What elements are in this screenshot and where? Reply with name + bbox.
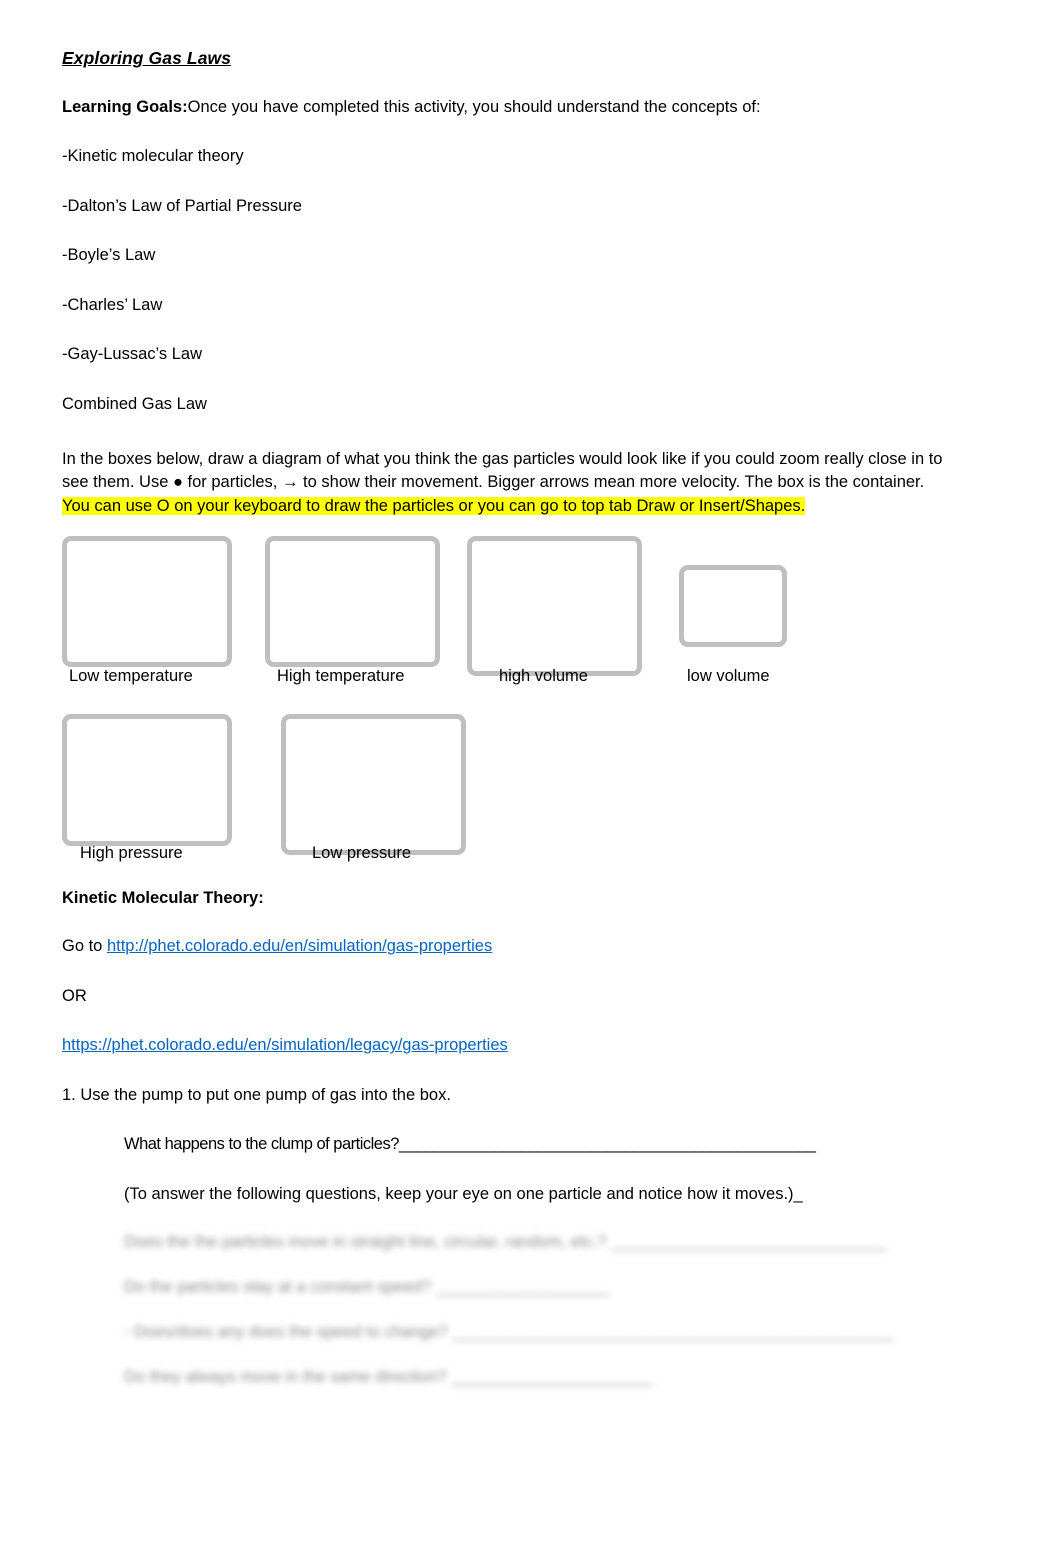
phet-link-2[interactable]: https://phet.colorado.edu/en/simulation/… [62, 1036, 508, 1054]
goal-item: Combined Gas Law [62, 394, 207, 413]
step-1: 1. Use the pump to put one pump of gas i… [62, 1085, 451, 1104]
drawing-box-label: Low temperature [69, 667, 193, 686]
goal-item: -Charles’ Law [62, 295, 163, 314]
instructions-line-1: In the boxes below, draw a diagram of wh… [62, 450, 943, 469]
drawing-box-low-temperature[interactable] [62, 536, 232, 668]
document-page: Exploring Gas Laws Learning Goals:Once y… [0, 0, 1062, 1556]
drawing-box-label: Low pressure [312, 844, 412, 863]
blurred-questions: Does the the particles move in straight … [124, 1233, 1002, 1387]
goal-item: -Dalton’s Law of Partial Pressure [62, 196, 302, 215]
drawing-box-label: High temperature [277, 667, 405, 686]
instructions-block: In the boxes below, draw a diagram of wh… [62, 448, 1002, 518]
drawing-box-low-volume[interactable] [679, 565, 787, 648]
drawing-box-low-pressure[interactable] [281, 714, 466, 856]
blurred-question: Do the particles stay at a constant spee… [124, 1277, 611, 1296]
drawing-box-high-volume[interactable] [467, 536, 642, 677]
goal-item: -Boyle’s Law [62, 246, 156, 265]
kmt-heading: Kinetic Molecular Theory: [62, 889, 264, 908]
goto-line: Go to http://phet.colorado.edu/en/simula… [62, 936, 1002, 957]
phet-link-2-line: https://phet.colorado.edu/en/simulation/… [62, 1035, 1002, 1056]
question-1: What happens to the clump of particles?_… [124, 1135, 816, 1154]
blurred-question: Do they always move in the same directio… [124, 1367, 654, 1386]
drawing-box-high-pressure[interactable] [62, 714, 232, 847]
learning-goals-intro: Once you have completed this activity, y… [187, 98, 761, 116]
or-label: OR [62, 986, 87, 1005]
drawing-box-high-temperature[interactable] [265, 536, 440, 668]
instructions-line-2: see them. Use ● for particles, → to show… [62, 473, 925, 492]
blurred-question: Does the the particles move in straight … [124, 1232, 887, 1251]
drawing-boxes-row-2: High pressure Low pressure [62, 714, 1002, 869]
goal-item: -Gay-Lussac’s Law [62, 345, 203, 364]
drawing-box-label: High pressure [80, 844, 183, 863]
blurred-question: - Does/does any does the speed to change… [124, 1322, 893, 1341]
drawing-boxes-row-1: Low temperature High temperature high vo… [62, 536, 1002, 688]
phet-link-1[interactable]: http://phet.colorado.edu/en/simulation/g… [107, 937, 492, 955]
note-1: (To answer the following questions, keep… [124, 1184, 803, 1203]
goto-label: Go to [62, 937, 107, 956]
learning-goals-line: Learning Goals:Once you have completed t… [62, 97, 1002, 118]
page-title: Exploring Gas Laws [62, 48, 232, 68]
instructions-highlighted: You can use O on your keyboard to draw t… [62, 496, 806, 515]
learning-goals-label: Learning Goals: [62, 98, 188, 116]
goal-item: -Kinetic molecular theory [62, 147, 244, 166]
document-body: Exploring Gas Laws Learning Goals:Once y… [62, 48, 1002, 1413]
drawing-box-label: high volume [499, 667, 588, 686]
drawing-box-label: low volume [687, 667, 770, 686]
